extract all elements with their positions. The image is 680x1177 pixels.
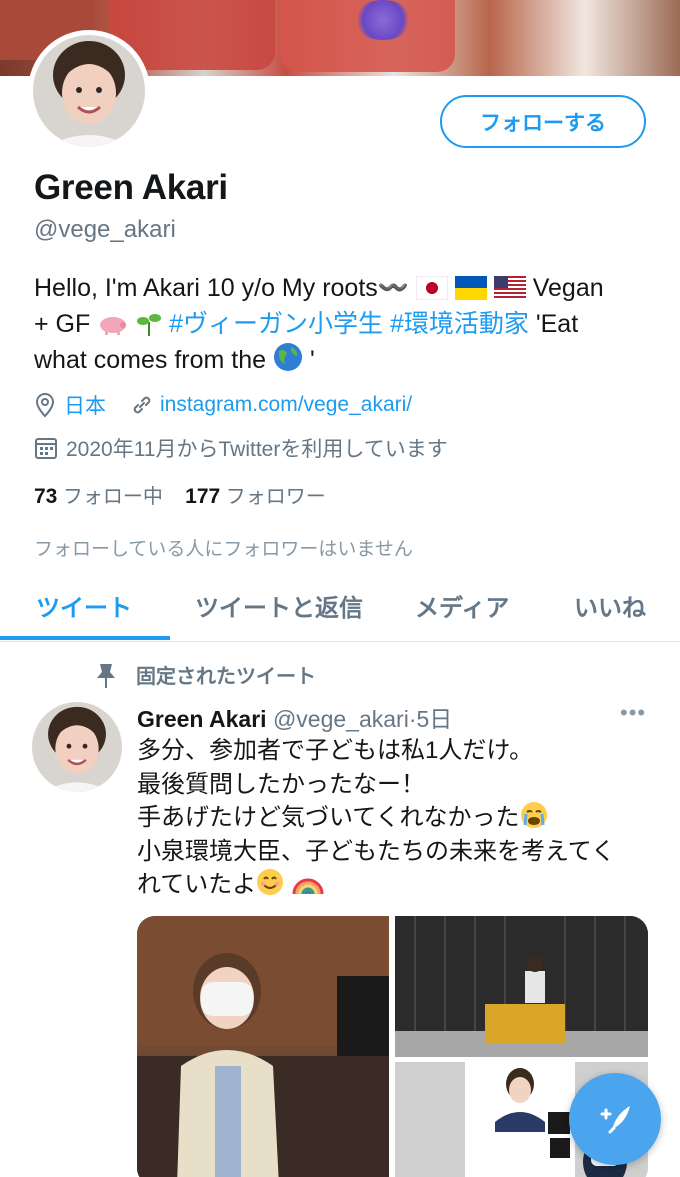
earth-globe-icon [273, 343, 302, 371]
smiling-face-icon [257, 869, 284, 895]
tweet-avatar[interactable] [32, 702, 122, 792]
followers-count: 177 [185, 485, 221, 508]
pig-icon [100, 317, 127, 335]
bio-quote-end: ' [309, 346, 315, 374]
followers-link[interactable]: 177 フォロワー [185, 485, 326, 508]
crying-face-icon [520, 802, 547, 828]
profile-meta-location-link: 日本 instagram.com/vege_akari/ [34, 390, 412, 420]
tweet-media-grid [137, 916, 648, 1177]
avatar-image [33, 35, 145, 147]
tweet-photo-girl[interactable] [137, 916, 389, 1177]
no-mutual-followers-text: フォローしている人にフォロワーはいません [34, 539, 413, 560]
tab-likes[interactable]: いいね [574, 588, 646, 623]
calendar-icon [35, 438, 57, 459]
follow-button[interactable]: フォローする [440, 95, 646, 148]
tweet-author-name[interactable]: Green Akari [137, 706, 267, 732]
following-link[interactable]: 73 フォロー中 [34, 485, 163, 508]
follow-counts: 73 フォロー中 177 フォロワー [34, 480, 326, 509]
tweet-time: ·5日 [408, 706, 453, 732]
website-link[interactable]: instagram.com/vege_akari/ [160, 393, 412, 417]
profile-joined: 2020年11月からTwitterを利用しています [34, 433, 448, 463]
active-tab-indicator [0, 636, 170, 640]
japan-flag-icon [415, 276, 448, 300]
tweet-line: 手あげたけど気づいてくれなかった [137, 804, 520, 831]
tweet-author-handle: @vege_akari [272, 706, 409, 732]
tweet-header: Green Akari @vege_akari·5日 [137, 700, 452, 734]
tab-tweets[interactable]: ツイート [36, 588, 132, 623]
bio-text: Hello, I'm Akari 10 y/o My roots〰️ [34, 274, 409, 302]
bio-vegan: Vegan [532, 274, 604, 302]
tweet-line: れていたよ [137, 871, 257, 898]
location-text: 日本 [64, 395, 106, 418]
following-label: フォロー中 [62, 486, 163, 508]
compose-tweet-icon [600, 1106, 630, 1134]
profile-handle: @vege_akari [34, 216, 176, 243]
profile-name: Green Akari [34, 168, 228, 207]
joined-text: 2020年11月からTwitterを利用しています [66, 438, 448, 461]
tweet-line: 最後質問したかったなー！ [137, 770, 425, 798]
tab-media[interactable]: メディア [415, 588, 509, 623]
seedling-icon [137, 314, 162, 336]
banner-flower [352, 0, 414, 40]
hashtag-environment-activist[interactable]: #環境活動家 [390, 310, 529, 338]
hashtag-vegan-student[interactable]: #ヴィーガン小学生 [169, 310, 383, 338]
tweet-line: 小泉環境大臣、子どもたちの未来を考えてく [137, 837, 616, 865]
tweet-more-icon[interactable]: ••• [620, 700, 646, 726]
followers-label: フォロワー [225, 486, 326, 508]
profile-avatar[interactable] [28, 30, 150, 152]
pinned-text: 固定されたツイート [136, 666, 316, 688]
profile-bio: Hello, I'm Akari 10 y/o My roots〰️ Vegan… [34, 270, 654, 378]
compose-tweet-button[interactable] [569, 1073, 661, 1165]
tweet-photo-stage[interactable] [395, 916, 648, 1057]
tweet-text: 多分、参加者で子どもは私1人だけ。 最後質問したかったなー！ 手あげたけど気づい… [137, 734, 657, 902]
tweet-line: 多分、参加者で子どもは私1人だけ。 [137, 737, 534, 764]
following-count: 73 [34, 485, 58, 508]
bio-what: what comes from the [34, 346, 267, 374]
bio-gf: + GF [34, 310, 91, 338]
profile-tabs: ツイート ツイートと返信 メディア いいね [0, 570, 680, 642]
ukraine-flag-icon [454, 276, 487, 300]
rainbow-icon [292, 878, 324, 895]
pin-icon [97, 664, 115, 688]
pinned-tweet-label: 固定されたツイート [96, 660, 316, 689]
us-flag-icon [493, 276, 526, 300]
tab-tweets-replies[interactable]: ツイートと返信 [195, 588, 363, 623]
bio-eat: 'Eat [535, 310, 579, 338]
location-icon [35, 392, 55, 418]
link-icon [133, 396, 151, 414]
